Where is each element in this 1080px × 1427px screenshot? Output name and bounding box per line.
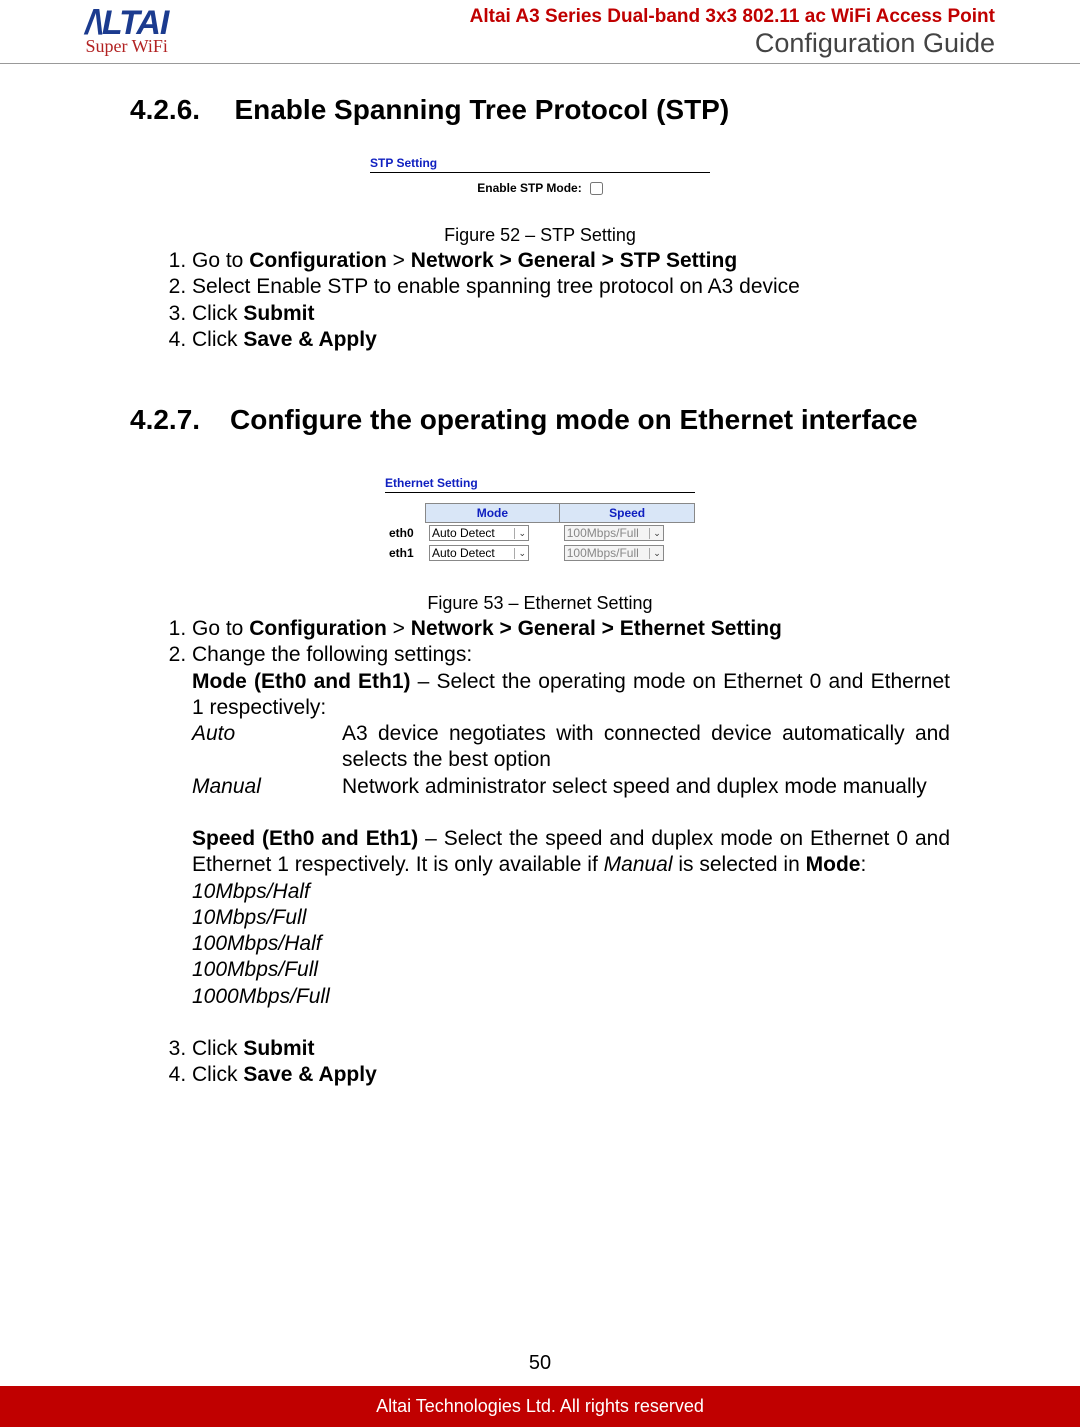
def-key: Manual (192, 774, 342, 800)
figure-52-caption: Figure 52 – STP Setting (130, 225, 950, 246)
speed-opt: 10Mbps/Half (192, 879, 950, 905)
def-val: A3 device negotiates with connected devi… (342, 721, 950, 774)
mode-paragraph: Mode (Eth0 and Eth1) – Select the operat… (192, 669, 950, 722)
eth0-mode-select[interactable]: Auto Detect⌄ (429, 525, 529, 541)
table-row: eth0 Auto Detect⌄ 100Mbps/Full⌄ (385, 523, 695, 544)
section-426-heading: 4.2.6. Enable Spanning Tree Protocol (ST… (130, 94, 950, 126)
eth1-mode-select[interactable]: Auto Detect⌄ (429, 545, 529, 561)
stp-step-2: Select Enable STP to enable spanning tre… (192, 274, 950, 300)
section-427-heading: 4.2.7.Configure the operating mode on Et… (130, 393, 950, 446)
chevron-down-icon: ⌄ (649, 528, 661, 539)
ethernet-panel-title: Ethernet Setting (385, 476, 695, 493)
section-title: Configure the operating mode on Ethernet… (230, 393, 950, 446)
eth-step-3: Click Submit (192, 1036, 950, 1062)
page-footer: Altai Technologies Ltd. All rights reser… (0, 1386, 1080, 1427)
logo-text: /\LTAI (85, 8, 168, 39)
def-val: Network administrator select speed and d… (342, 774, 950, 800)
page-number: 50 (0, 1352, 1080, 1375)
stp-steps: Go to Configuration > Network > General … (192, 248, 950, 353)
doc-subtitle: Configuration Guide (470, 28, 995, 59)
speed-opt: 10Mbps/Full (192, 905, 950, 931)
eth1-label: eth1 (385, 543, 425, 563)
figure-53-caption: Figure 53 – Ethernet Setting (130, 593, 950, 614)
def-auto: Auto A3 device negotiates with connected… (192, 721, 950, 774)
stp-step-4: Click Save & Apply (192, 327, 950, 353)
enable-stp-checkbox[interactable] (590, 182, 603, 195)
def-manual: Manual Network administrator select spee… (192, 774, 950, 800)
section-title: Enable Spanning Tree Protocol (STP) (234, 94, 729, 125)
logo: /\LTAI Super WiFi (85, 8, 168, 58)
stp-panel-title: STP Setting (370, 156, 710, 173)
eth0-speed-select[interactable]: 100Mbps/Full⌄ (564, 525, 664, 541)
doc-product-title: Altai A3 Series Dual-band 3x3 802.11 ac … (470, 6, 995, 28)
section-number: 4.2.7. (130, 393, 230, 446)
speed-opt: 100Mbps/Half (192, 931, 950, 957)
eth-steps: Go to Configuration > Network > General … (192, 616, 950, 1089)
eth-step-1: Go to Configuration > Network > General … (192, 616, 950, 642)
section-number: 4.2.6. (130, 94, 230, 126)
logo-subtext: Super WiFi (85, 36, 167, 57)
stp-setting-figure: STP Setting Enable STP Mode: (370, 156, 710, 195)
header-right: Altai A3 Series Dual-band 3x3 802.11 ac … (470, 6, 995, 59)
chevron-down-icon: ⌄ (514, 528, 526, 539)
chevron-down-icon: ⌄ (649, 548, 661, 559)
enable-stp-label: Enable STP Mode: (477, 181, 581, 195)
eth1-speed-select[interactable]: 100Mbps/Full⌄ (564, 545, 664, 561)
ethernet-setting-figure: Ethernet Setting Mode Speed eth0 Auto De… (385, 476, 695, 563)
stp-step-3: Click Submit (192, 301, 950, 327)
table-row: eth1 Auto Detect⌄ 100Mbps/Full⌄ (385, 543, 695, 563)
stp-step-1: Go to Configuration > Network > General … (192, 248, 950, 274)
chevron-down-icon: ⌄ (514, 548, 526, 559)
page-header: /\LTAI Super WiFi Altai A3 Series Dual-b… (0, 0, 1080, 64)
ethernet-table: Mode Speed eth0 Auto Detect⌄ 100Mbps/Ful… (385, 503, 695, 563)
def-key: Auto (192, 721, 342, 774)
eth-step-2: Change the following settings: Mode (Eth… (192, 642, 950, 1036)
eth-step-4: Click Save & Apply (192, 1062, 950, 1088)
speed-paragraph: Speed (Eth0 and Eth1) – Select the speed… (192, 826, 950, 879)
col-mode: Mode (425, 504, 560, 523)
speed-opt: 100Mbps/Full (192, 957, 950, 983)
col-speed: Speed (560, 504, 695, 523)
eth0-label: eth0 (385, 523, 425, 544)
speed-opt: 1000Mbps/Full (192, 984, 950, 1010)
